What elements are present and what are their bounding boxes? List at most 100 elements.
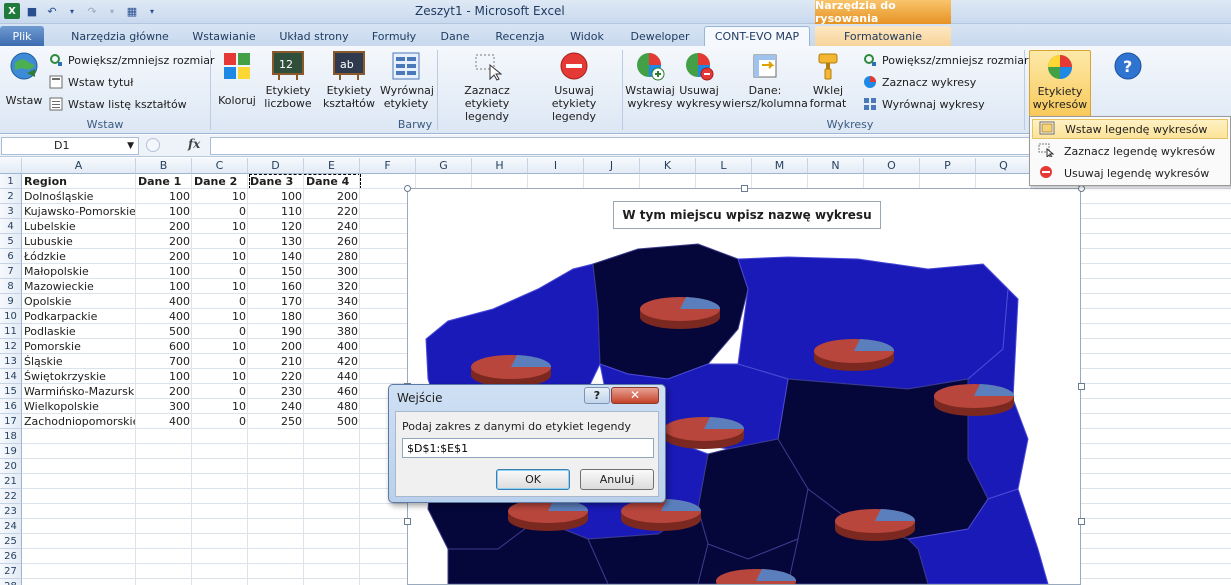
row-header[interactable]: 5 bbox=[0, 234, 22, 249]
cell[interactable]: 400 bbox=[304, 339, 360, 354]
row-header[interactable]: 15 bbox=[0, 384, 22, 399]
cell[interactable]: 0 bbox=[192, 354, 248, 369]
cell[interactable]: 320 bbox=[304, 279, 360, 294]
cell[interactable]: 200 bbox=[136, 384, 192, 399]
cell[interactable]: 200 bbox=[304, 189, 360, 204]
column-header[interactable]: K bbox=[640, 158, 696, 174]
cancel-button[interactable]: Anuluj bbox=[580, 469, 654, 490]
chevron-down-icon[interactable]: ▾ bbox=[64, 3, 80, 19]
row-header[interactable]: 16 bbox=[0, 399, 22, 414]
chevron-down-icon[interactable]: ▾ bbox=[104, 3, 120, 19]
cell[interactable]: Pomorskie bbox=[22, 339, 136, 354]
tab-dane[interactable]: Dane bbox=[432, 26, 478, 46]
pie-chart-mark[interactable] bbox=[508, 499, 589, 531]
etykiety-wykresow-button[interactable]: Etykiety wykresów bbox=[1029, 50, 1091, 118]
pie-chart-mark[interactable] bbox=[471, 355, 552, 387]
row-header[interactable]: 19 bbox=[0, 444, 22, 459]
cell[interactable]: 0 bbox=[192, 324, 248, 339]
tab-uklad-strony[interactable]: Układ strony bbox=[270, 26, 358, 46]
tab-deweloper[interactable]: Deweloper bbox=[620, 26, 700, 46]
row-header[interactable]: 22 bbox=[0, 489, 22, 504]
usuwaj-etykiety-legendy-button[interactable]: Usuwaj etykiety legendy bbox=[531, 50, 617, 123]
range-input[interactable] bbox=[402, 438, 654, 458]
row-header[interactable]: 25 bbox=[0, 534, 22, 549]
cell[interactable]: 10 bbox=[192, 309, 248, 324]
tab-wstawianie[interactable]: Wstawianie bbox=[184, 26, 264, 46]
row-header[interactable]: 23 bbox=[0, 504, 22, 519]
grid-icon[interactable]: ▦ bbox=[124, 3, 140, 19]
cell[interactable]: 360 bbox=[304, 309, 360, 324]
cell[interactable]: 10 bbox=[192, 339, 248, 354]
cell[interactable]: 250 bbox=[248, 414, 304, 429]
row-header[interactable]: 1 bbox=[0, 174, 22, 189]
koloruj-button[interactable]: Koloruj bbox=[214, 50, 260, 107]
cell[interactable]: Świętokrzyskie bbox=[22, 369, 136, 384]
column-header[interactable]: O bbox=[864, 158, 920, 174]
cell[interactable]: 600 bbox=[136, 339, 192, 354]
cell[interactable]: 180 bbox=[248, 309, 304, 324]
cell[interactable]: 240 bbox=[248, 399, 304, 414]
cell[interactable]: 100 bbox=[136, 264, 192, 279]
wstawiaj-wykresy-button[interactable]: Wstawiaj wykresy bbox=[624, 50, 676, 110]
cell[interactable]: Warmińsko-Mazurskie bbox=[22, 384, 136, 399]
cell[interactable]: 160 bbox=[248, 279, 304, 294]
row-header[interactable]: 10 bbox=[0, 309, 22, 324]
tab-plik[interactable]: Plik bbox=[0, 26, 44, 46]
tab-formuly[interactable]: Formuły bbox=[364, 26, 424, 46]
cell[interactable]: Wielkopolskie bbox=[22, 399, 136, 414]
row-header[interactable]: 12 bbox=[0, 339, 22, 354]
pie-chart-mark[interactable] bbox=[814, 339, 895, 371]
cell[interactable]: 130 bbox=[248, 234, 304, 249]
cell[interactable]: Mazowieckie bbox=[22, 279, 136, 294]
cell[interactable]: Dane 2 bbox=[192, 174, 248, 189]
cell[interactable]: 0 bbox=[192, 414, 248, 429]
row-header[interactable]: 9 bbox=[0, 294, 22, 309]
expand-icon[interactable] bbox=[146, 138, 160, 152]
dialog-help-button[interactable]: ? bbox=[584, 387, 610, 404]
cell[interactable]: Podlaskie bbox=[22, 324, 136, 339]
row-header[interactable]: 2 bbox=[0, 189, 22, 204]
cell[interactable]: 280 bbox=[304, 249, 360, 264]
row-header[interactable]: 14 bbox=[0, 369, 22, 384]
cell[interactable]: 220 bbox=[304, 204, 360, 219]
tab-formatowanie[interactable]: Formatowanie bbox=[815, 26, 951, 46]
cell[interactable]: 100 bbox=[136, 279, 192, 294]
dane-wiersz-kolumna-button[interactable]: Dane: wiersz/kolumna bbox=[722, 50, 808, 110]
row-header[interactable]: 11 bbox=[0, 324, 22, 339]
column-header[interactable]: D bbox=[248, 158, 304, 174]
cell[interactable]: 0 bbox=[192, 234, 248, 249]
cell[interactable]: 420 bbox=[304, 354, 360, 369]
undo-icon[interactable]: ↶ bbox=[44, 3, 60, 19]
excel-icon[interactable]: X bbox=[4, 3, 20, 19]
cell[interactable]: 500 bbox=[304, 414, 360, 429]
cell[interactable]: Lubuskie bbox=[22, 234, 136, 249]
cell[interactable]: 0 bbox=[192, 264, 248, 279]
column-header[interactable]: Q bbox=[976, 158, 1032, 174]
save-icon[interactable]: ■ bbox=[24, 3, 40, 19]
column-header[interactable]: J bbox=[584, 158, 640, 174]
resize-handle[interactable] bbox=[1078, 518, 1085, 525]
cell[interactable]: 10 bbox=[192, 189, 248, 204]
cell[interactable]: 460 bbox=[304, 384, 360, 399]
column-header[interactable]: L bbox=[696, 158, 752, 174]
tab-narzedzia-glowne[interactable]: Narzędzia główne bbox=[60, 26, 180, 46]
cell[interactable]: 200 bbox=[136, 234, 192, 249]
cell[interactable]: 110 bbox=[248, 204, 304, 219]
pie-chart-mark[interactable] bbox=[621, 499, 702, 531]
help-button[interactable]: ? bbox=[1108, 50, 1148, 84]
cell[interactable]: 230 bbox=[248, 384, 304, 399]
row-header[interactable]: 13 bbox=[0, 354, 22, 369]
cell[interactable]: 210 bbox=[248, 354, 304, 369]
etykiety-ksztaltow-button[interactable]: ab Etykiety kształtów bbox=[318, 50, 380, 110]
column-header[interactable]: I bbox=[528, 158, 584, 174]
column-header[interactable]: M bbox=[752, 158, 808, 174]
cell[interactable]: 10 bbox=[192, 279, 248, 294]
cell[interactable]: 400 bbox=[136, 294, 192, 309]
cell[interactable]: 100 bbox=[136, 204, 192, 219]
column-header[interactable]: N bbox=[808, 158, 864, 174]
cell[interactable]: 200 bbox=[136, 249, 192, 264]
cell[interactable]: 260 bbox=[304, 234, 360, 249]
menu-item-zaznacz-legende[interactable]: Zaznacz legendę wykresów bbox=[1032, 141, 1228, 161]
row-header[interactable]: 7 bbox=[0, 264, 22, 279]
cell[interactable]: 140 bbox=[248, 249, 304, 264]
